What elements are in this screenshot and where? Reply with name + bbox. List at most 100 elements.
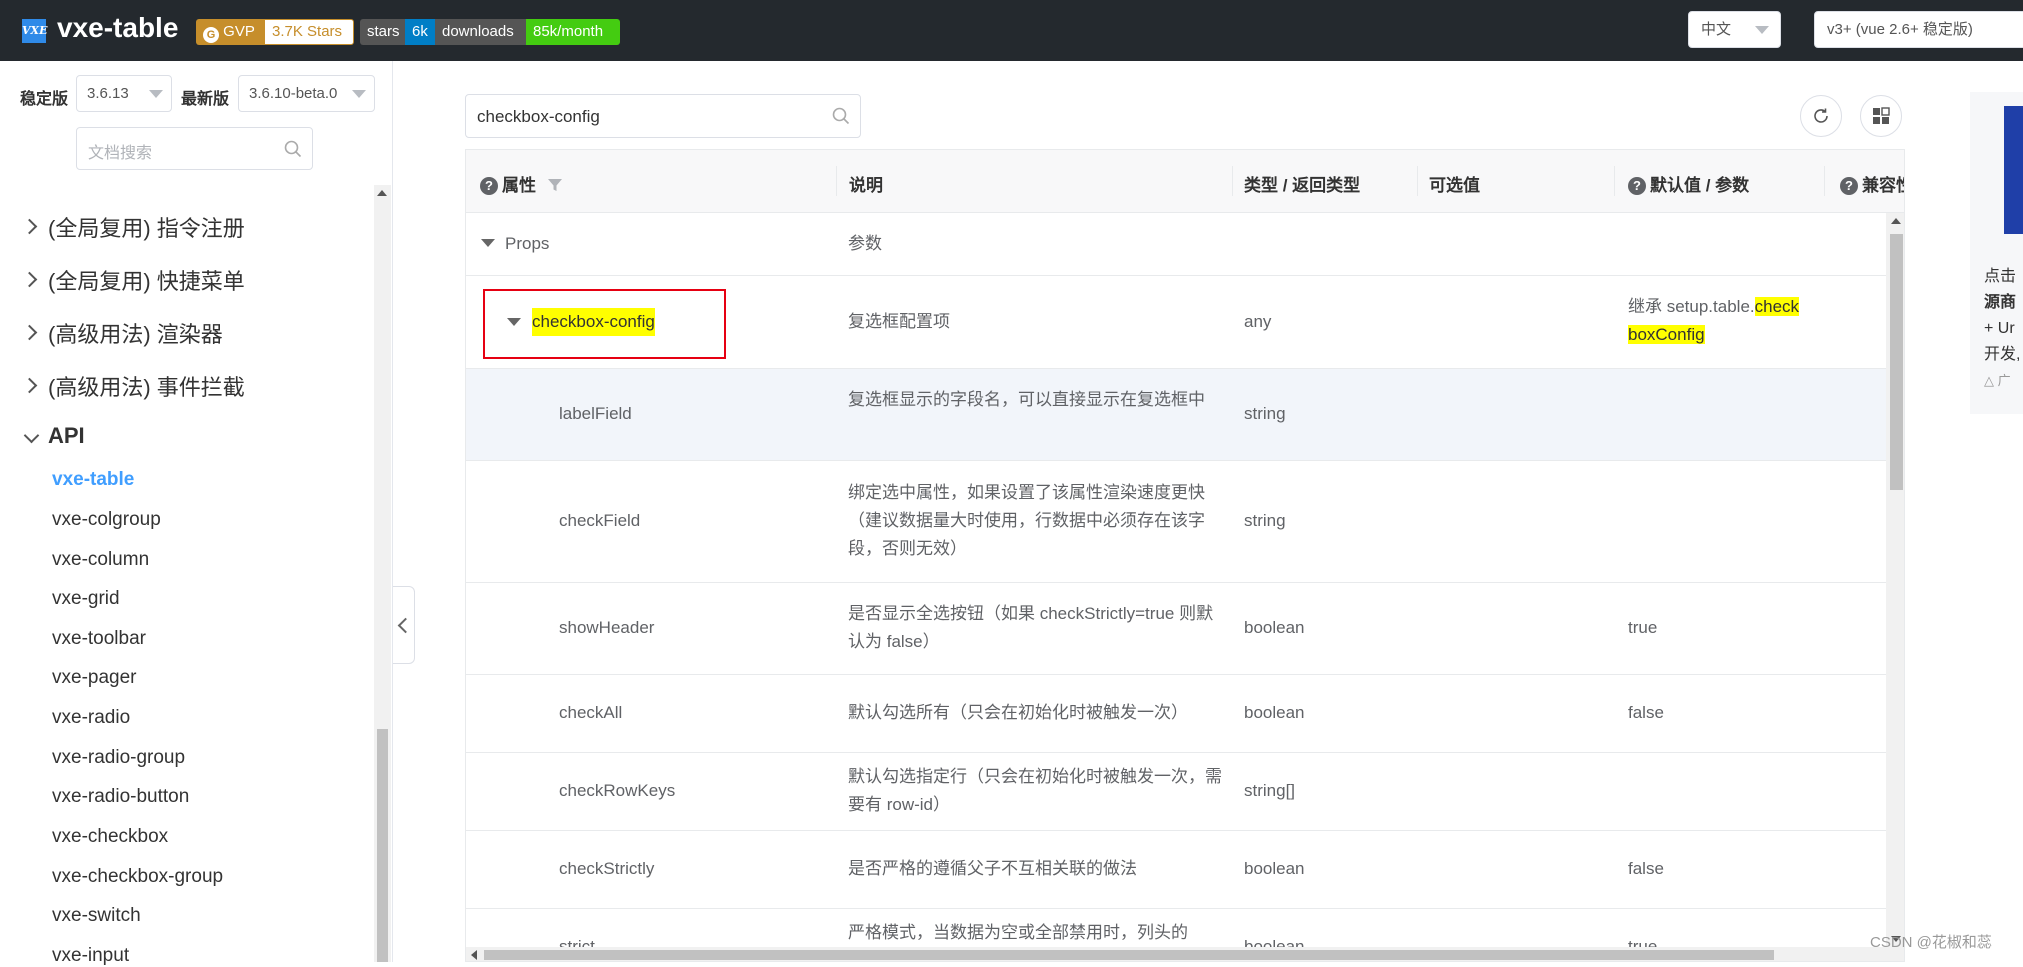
- github-stars-label[interactable]: stars: [360, 19, 405, 45]
- sidebar-collapse-button[interactable]: [393, 586, 415, 664]
- default-prefix: 继承 setup.table.: [1628, 297, 1755, 316]
- watermark: CSDN @花椒和蕊: [1870, 934, 1992, 951]
- nav-item-vxe-column[interactable]: vxe-column: [52, 549, 149, 571]
- table-header: ?属性 说明 类型 / 返回类型 可选值 ?默认值 / 参数 ?兼容性: [466, 150, 1904, 213]
- ad-image[interactable]: [2004, 106, 2023, 234]
- top-header: VXE vxe-table G GVP 3.7K Stars stars 6k …: [0, 0, 2023, 61]
- nav-item-vxe-pager[interactable]: vxe-pager: [52, 667, 137, 689]
- api-search-input[interactable]: checkbox-config: [465, 94, 861, 138]
- row-type: boolean: [1244, 703, 1305, 722]
- latest-label: 最新版: [181, 91, 230, 108]
- scroll-up-icon[interactable]: [377, 190, 387, 196]
- search-icon: [284, 140, 302, 158]
- row-desc: 默认勾选所有（只会在初始化时被触发一次）: [848, 703, 1188, 722]
- filter-icon[interactable]: [547, 177, 563, 193]
- github-stars-count[interactable]: 6k: [405, 19, 435, 45]
- table-row[interactable]: checkRowKeys 默认勾选指定行（只会在初始化时被触发一次，需要有 ro…: [466, 753, 1886, 831]
- stable-version-select[interactable]: 3.6.13: [76, 75, 172, 112]
- refresh-icon: [1814, 108, 1828, 123]
- column-divider[interactable]: [1232, 166, 1233, 196]
- nav-item-vxe-table[interactable]: vxe-table: [52, 469, 134, 491]
- nav-item-vxe-radio-button[interactable]: vxe-radio-button: [52, 786, 189, 808]
- table-row[interactable]: checkStrictly 是否严格的遵循父子不互相关联的做法 boolean …: [466, 831, 1886, 909]
- api-search-value: checkbox-config: [477, 107, 600, 126]
- table-row[interactable]: showHeader 是否显示全选按钮（如果 checkStrictly=tru…: [466, 583, 1886, 675]
- column-divider[interactable]: [1614, 166, 1615, 196]
- col-header-description[interactable]: 说明: [849, 171, 883, 196]
- col-header-type[interactable]: 类型 / 返回类型: [1244, 171, 1360, 196]
- table-row[interactable]: labelField 复选框显示的字段名，可以直接显示在复选框中 string: [466, 369, 1886, 461]
- nav-item-vxe-grid[interactable]: vxe-grid: [52, 588, 120, 610]
- row-desc: 是否显示全选按钮（如果 checkStrictly=true 则默认为 fals…: [848, 604, 1214, 651]
- col-header-default[interactable]: ? 默认值 / 参数: [1628, 171, 1749, 196]
- doc-search-input[interactable]: 文档搜索: [76, 127, 313, 170]
- ad-panel[interactable]: 点击 源商 + Ur 开发, △ 广: [1970, 92, 2023, 414]
- app-title[interactable]: vxe-table: [57, 12, 178, 44]
- ad-text[interactable]: 点击 源商 + Ur 开发, △ 广: [1984, 264, 2020, 394]
- chevron-right-icon: [21, 377, 38, 394]
- highlight-annotation-box: [483, 289, 726, 359]
- caret-down-icon: [149, 90, 163, 98]
- row-default: true: [1628, 618, 1658, 637]
- version-select[interactable]: v3+ (vue 2.6+ 稳定版): [1814, 11, 2023, 48]
- row-name: checkAll: [559, 703, 623, 722]
- table-row-props[interactable]: Props 参数: [466, 213, 1886, 276]
- gvp-label: GVP: [223, 23, 255, 40]
- nav-group-context-menu[interactable]: (全局复用) 快捷菜单: [0, 262, 372, 298]
- sidebar: 稳定版 3.6.13 最新版 3.6.10-beta.0 文档搜索 (全局复用)…: [0, 61, 393, 966]
- table-row[interactable]: checkAll 默认勾选所有（只会在初始化时被触发一次） boolean fa…: [466, 675, 1886, 753]
- nav-group-renderer[interactable]: (高级用法) 渲染器: [0, 315, 372, 351]
- column-divider[interactable]: [1824, 166, 1825, 196]
- grid-icon: [1873, 107, 1890, 124]
- scroll-left-icon[interactable]: [471, 950, 477, 960]
- ad-line: 源商: [1984, 294, 2017, 311]
- nav-group-interceptor[interactable]: (高级用法) 事件拦截: [0, 368, 372, 404]
- question-icon: ?: [480, 177, 498, 195]
- nav-group-directive[interactable]: (全局复用) 指令注册: [0, 209, 372, 245]
- refresh-button[interactable]: [1800, 95, 1842, 137]
- col-header-label: 默认值 / 参数: [1650, 176, 1750, 195]
- sidebar-scroll-thumb[interactable]: [377, 729, 388, 962]
- nav-item-vxe-checkbox-group[interactable]: vxe-checkbox-group: [52, 866, 223, 888]
- language-select[interactable]: 中文: [1688, 11, 1781, 48]
- row-name: checkStrictly: [559, 859, 655, 878]
- vxe-logo-icon[interactable]: VXE: [22, 19, 47, 43]
- nav-item-vxe-radio[interactable]: vxe-radio: [52, 707, 130, 729]
- table-row[interactable]: checkField 绑定选中属性，如果设置了该属性渲染速度更快（建议数据量大时…: [466, 461, 1886, 583]
- nav-item-vxe-checkbox[interactable]: vxe-checkbox: [52, 826, 168, 848]
- question-icon: ?: [1628, 177, 1646, 195]
- table-vscroll-thumb[interactable]: [1890, 234, 1903, 490]
- triangle-down-icon[interactable]: [481, 239, 495, 247]
- col-header-options[interactable]: 可选值: [1429, 171, 1480, 196]
- nav-group-label: API: [48, 423, 85, 448]
- ad-line: + Ur: [1984, 320, 2015, 337]
- row-desc: 默认勾选指定行（只会在初始化时被触发一次，需要有 row-id）: [848, 767, 1222, 814]
- nav-group-api[interactable]: API: [0, 421, 372, 457]
- stars-badge[interactable]: 3.7K Stars: [264, 19, 354, 45]
- downloads-label[interactable]: downloads: [435, 19, 526, 45]
- gvp-badge[interactable]: G GVP: [196, 19, 264, 45]
- nav-item-vxe-input[interactable]: vxe-input: [52, 945, 129, 967]
- scroll-up-icon[interactable]: [1891, 218, 1901, 224]
- column-divider[interactable]: [836, 166, 837, 196]
- caret-down-icon: [1755, 26, 1769, 34]
- chevron-right-icon: [21, 324, 38, 341]
- col-header-property[interactable]: ? 属性: [480, 171, 563, 196]
- row-type: boolean: [1244, 618, 1305, 637]
- nav-item-vxe-switch[interactable]: vxe-switch: [52, 905, 141, 927]
- column-settings-button[interactable]: [1860, 95, 1902, 137]
- search-icon: [832, 107, 850, 125]
- table-hscroll-thumb[interactable]: [484, 950, 1774, 960]
- row-name: showHeader: [559, 618, 655, 637]
- col-header-compat[interactable]: ?兼容性: [1840, 171, 1904, 196]
- latest-version-value: 3.6.10-beta.0: [249, 85, 338, 102]
- props-group-desc: 参数: [848, 234, 882, 253]
- row-name: checkRowKeys: [559, 781, 676, 800]
- question-icon: ?: [1840, 177, 1858, 195]
- nav-item-vxe-colgroup[interactable]: vxe-colgroup: [52, 509, 161, 531]
- latest-version-select[interactable]: 3.6.10-beta.0: [238, 75, 375, 112]
- nav-item-vxe-radio-group[interactable]: vxe-radio-group: [52, 747, 185, 769]
- nav-item-vxe-toolbar[interactable]: vxe-toolbar: [52, 628, 146, 650]
- downloads-count[interactable]: 85k/month: [526, 19, 620, 45]
- column-divider[interactable]: [1417, 166, 1418, 196]
